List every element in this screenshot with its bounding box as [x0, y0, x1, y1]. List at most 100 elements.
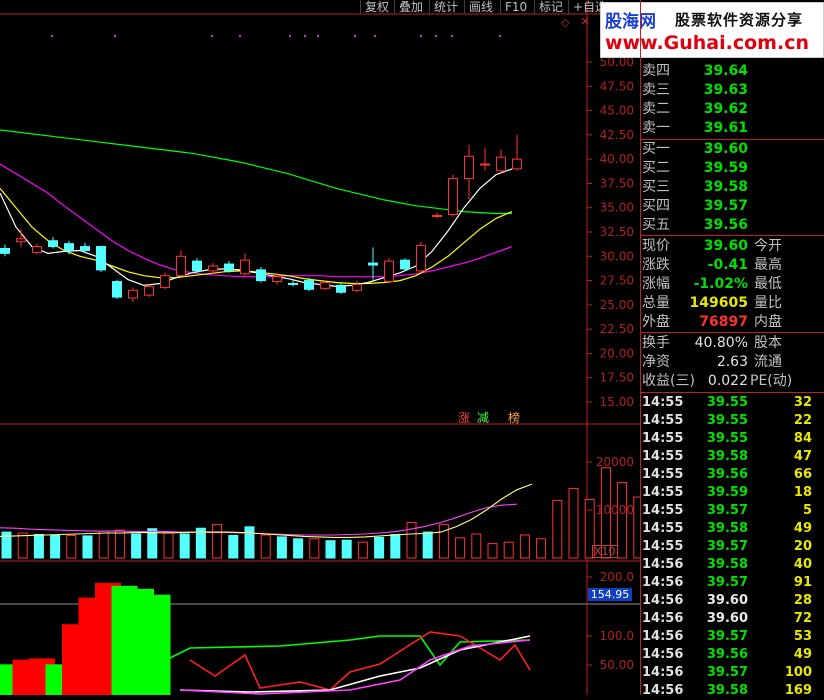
candle-body — [288, 282, 298, 285]
volume-bar — [179, 533, 190, 559]
marker-rise[interactable]: 涨 — [458, 409, 470, 426]
top-marker-dot — [419, 34, 423, 38]
candle-body — [464, 155, 474, 180]
volume-bar — [293, 538, 304, 559]
moving-average-lines — [0, 129, 513, 288]
draw-line-button[interactable]: 画线 — [464, 0, 497, 14]
volume-bar — [82, 535, 93, 559]
price-tick-label: 25.00 — [600, 298, 634, 312]
candle-body — [160, 275, 170, 288]
volume-bar — [276, 536, 287, 559]
tick-price: 39.59 — [706, 485, 748, 500]
volume-ma-lines — [0, 483, 533, 538]
price-tick-label: 15.00 — [600, 395, 634, 409]
tick-time: 14:55 — [642, 395, 684, 410]
overlay-button[interactable]: 叠加 — [394, 0, 427, 14]
candle-body — [496, 156, 506, 172]
indicator-line-green — [149, 635, 531, 669]
volume-bar — [244, 526, 255, 559]
candle-body — [80, 246, 90, 251]
ma20-line — [0, 163, 513, 278]
candle-body — [16, 238, 26, 243]
price-tick-label: 40.00 — [600, 152, 634, 166]
close-icon[interactable]: × — [580, 14, 590, 28]
tick-time: 14:56 — [642, 611, 684, 626]
volume-bar — [228, 534, 239, 559]
indicator-tick-label: 100.0 — [600, 629, 634, 643]
tick-price: 39.57 — [706, 575, 748, 590]
price-tick-label: 32.50 — [600, 225, 634, 239]
tick-volume: 32 — [793, 395, 812, 410]
top-marker-dot — [434, 34, 438, 38]
candle-body — [224, 263, 234, 272]
volume-bar — [309, 538, 320, 559]
candle-body — [512, 158, 522, 170]
volume-bar — [487, 543, 498, 559]
tick-time: 14:55 — [642, 413, 684, 428]
candle-body — [416, 245, 426, 272]
tick-list[interactable]: 14:55 39.55 32 14:55 39.55 22 14:55 39.55 84 14:5… — [642, 394, 824, 698]
volume-bar — [455, 537, 466, 559]
top-marker-dot — [316, 34, 320, 38]
volume-bar — [212, 523, 223, 559]
statistics-button[interactable]: 统计 — [429, 0, 462, 14]
candle-body — [336, 284, 346, 293]
tick-volume: 84 — [793, 431, 812, 446]
tick-volume: 20 — [793, 539, 812, 554]
tick-volume: 100 — [784, 665, 812, 680]
tick-volume: 47 — [793, 449, 812, 464]
candle-body — [432, 214, 442, 217]
tick-volume: 40 — [793, 557, 812, 572]
candle-body — [320, 282, 330, 289]
candlesticks — [0, 134, 522, 302]
candle-body — [144, 285, 154, 296]
candle-body — [256, 269, 266, 282]
volume-tick-label: 10000 — [596, 503, 634, 517]
candle-body — [352, 283, 362, 291]
top-marker-dot — [353, 34, 357, 38]
tick-volume: 169 — [784, 683, 812, 698]
candle-body — [192, 260, 202, 272]
volume-bar — [325, 540, 336, 559]
quote-panel: 卖四 39.64 卖三 39.63 卖二 39.62 卖一 39.61 买一 3… — [640, 0, 824, 698]
volume-bar — [536, 538, 547, 559]
tick-time: 14:56 — [642, 557, 684, 572]
top-marker-dot — [210, 34, 214, 38]
price-tick-label: 20.00 — [600, 346, 634, 360]
price-tick-label: 45.00 — [600, 104, 634, 118]
ma10-line — [0, 187, 513, 285]
tick-price: 39.58 — [706, 521, 748, 536]
tick-volume: 22 — [793, 413, 812, 428]
ma5-line — [0, 168, 513, 288]
tick-volume: 72 — [793, 611, 812, 626]
price-tick-label: 17.50 — [600, 371, 634, 385]
volume-bar — [50, 534, 61, 559]
volume-tick-label: 20000 — [596, 455, 634, 469]
tick-price: 39.58 — [706, 557, 748, 572]
tick-price: 39.58 — [706, 449, 748, 464]
tick-volume: 53 — [793, 629, 812, 644]
marker-list[interactable]: 榜 — [508, 409, 520, 426]
volume-bar — [471, 533, 482, 559]
price-axis: 50.00 47.50 45.00 42.50 40.00 37.50 35.00 32.50… — [587, 55, 634, 672]
volume-ma-yellow — [0, 483, 533, 538]
volume-bar — [114, 529, 125, 559]
tick-price: 39.57 — [706, 665, 748, 680]
volume-bar — [66, 534, 77, 559]
tick-volume: 49 — [793, 521, 812, 536]
tick-time: 14:56 — [642, 593, 684, 608]
volume-bar — [374, 536, 385, 559]
price-tick-label: 47.50 — [600, 79, 634, 93]
candle-body — [0, 248, 10, 254]
volume-unit-label: X10 — [592, 545, 618, 558]
rights-adjust-button[interactable]: 复权 — [360, 0, 393, 14]
tick-price: 39.58 — [706, 683, 748, 698]
volume-bar — [33, 533, 44, 559]
mark-button[interactable]: 标记 — [534, 0, 567, 14]
price-tick-label: 27.50 — [600, 274, 634, 288]
f10-button[interactable]: F10 — [500, 0, 531, 14]
diamond-icon[interactable]: ◇ — [561, 16, 569, 29]
marker-reduce[interactable]: 减 — [477, 409, 489, 426]
candle-body — [368, 262, 378, 266]
kline-chart[interactable]: 50.00 47.50 45.00 42.50 40.00 37.50 35.00 32.50… — [0, 0, 640, 695]
